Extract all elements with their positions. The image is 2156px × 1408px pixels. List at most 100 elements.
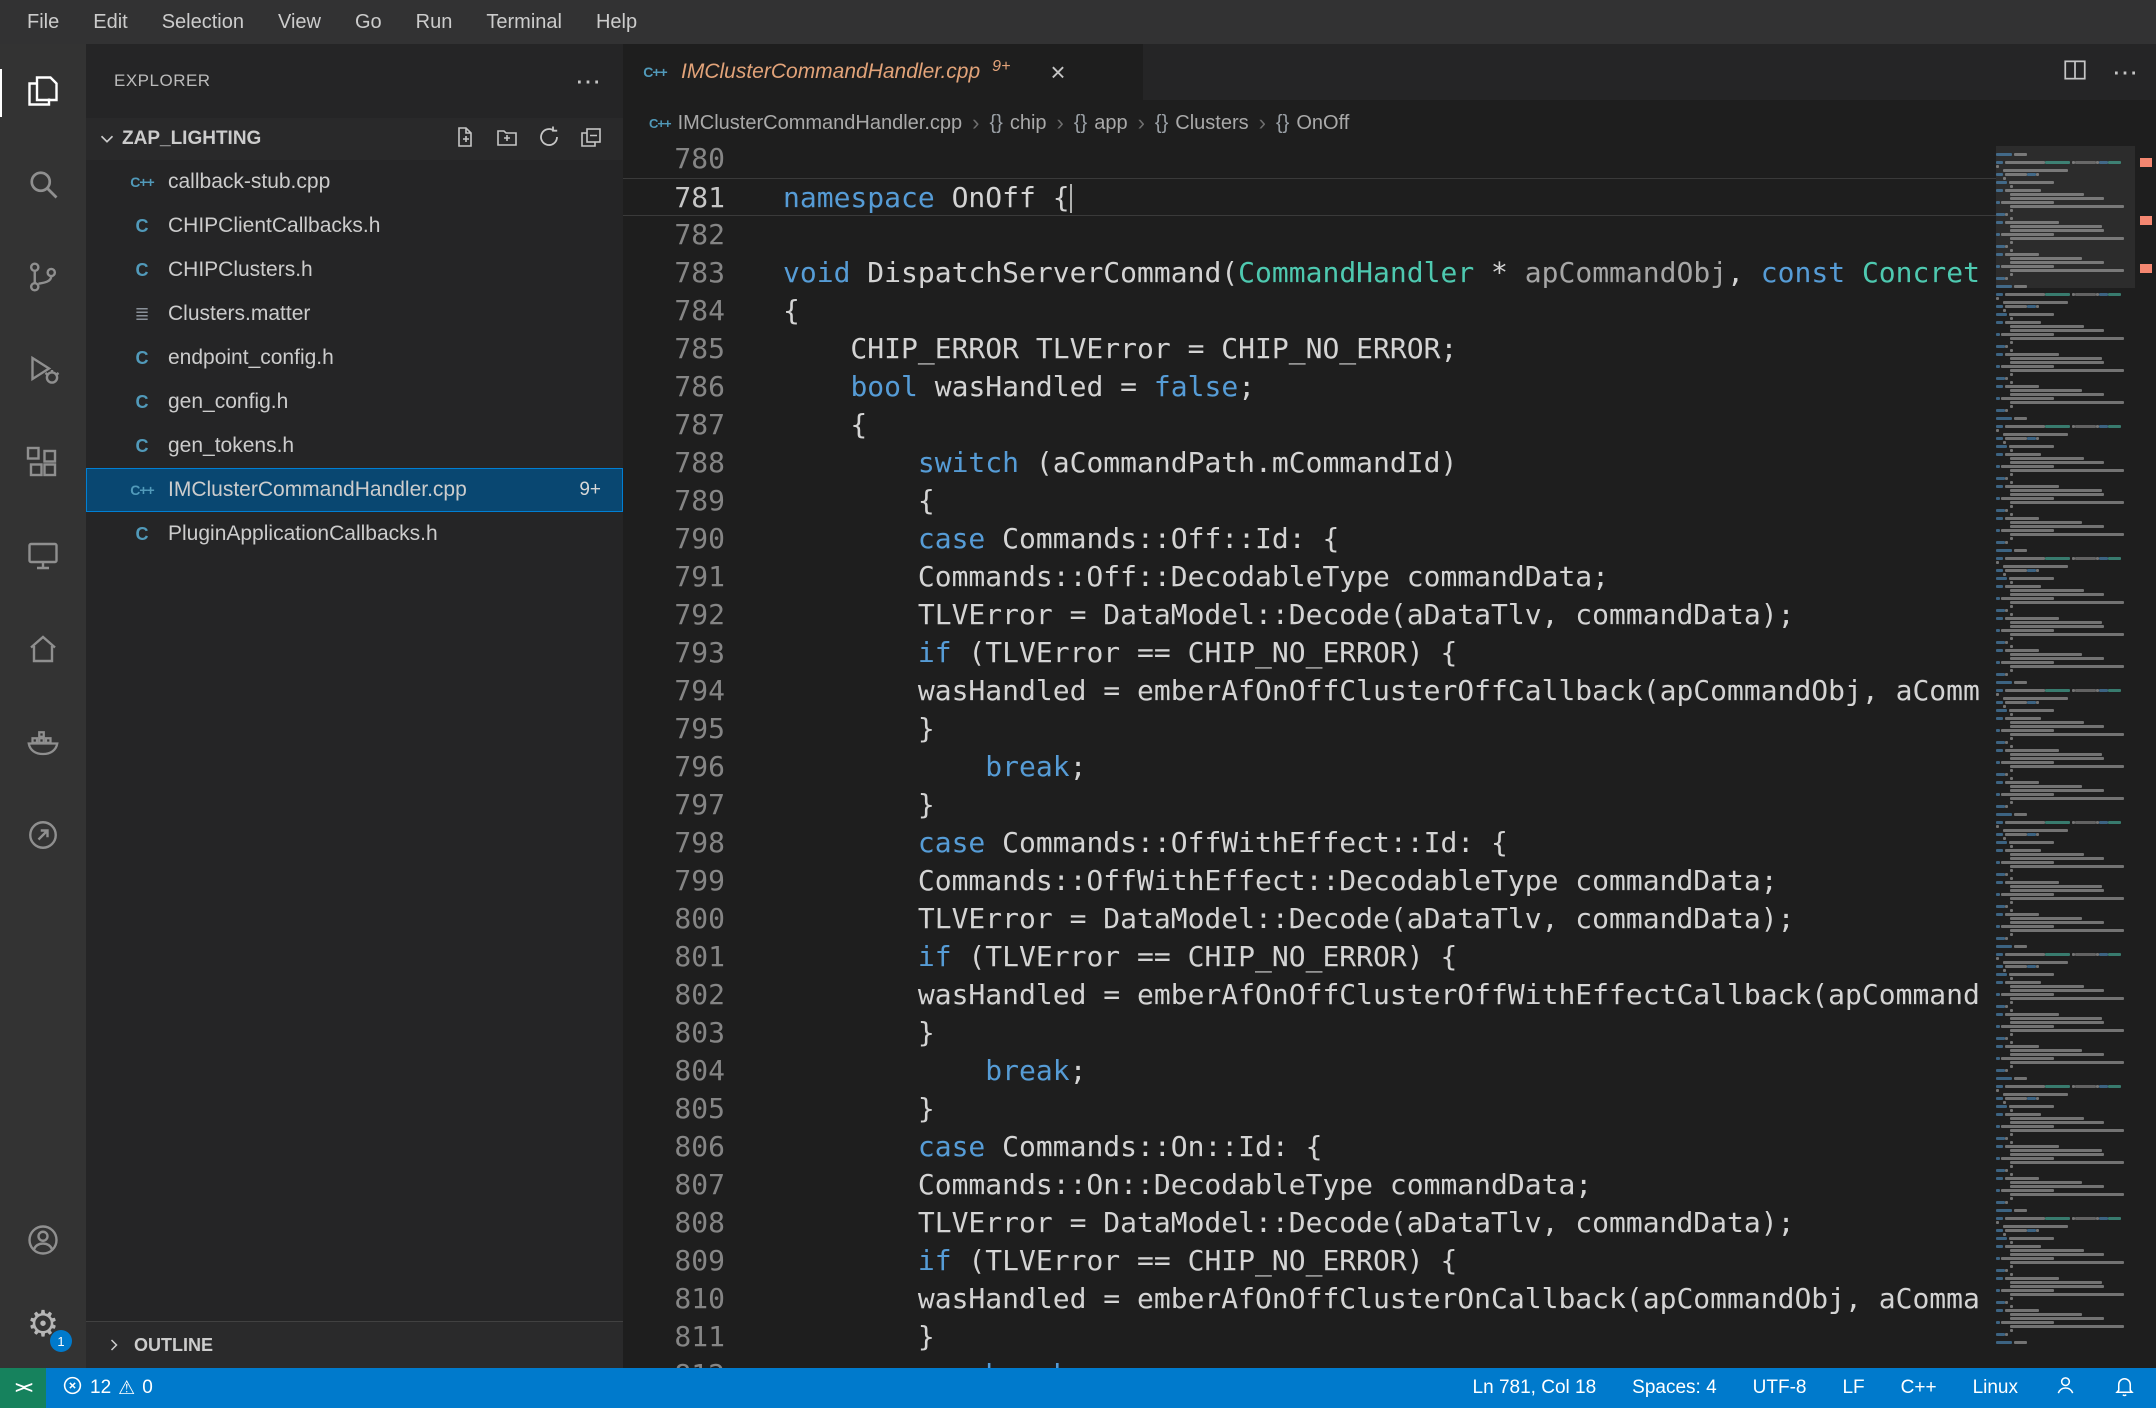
code-line-801[interactable]: 801 if (TLVError == CHIP_NO_ERROR) {: [623, 938, 1996, 976]
code-line-793[interactable]: 793 if (TLVError == CHIP_NO_ERROR) {: [623, 634, 1996, 672]
code-line-785[interactable]: 785 CHIP_ERROR TLVError = CHIP_NO_ERROR;: [623, 330, 1996, 368]
code-line-806[interactable]: 806 case Commands::On::Id: {: [623, 1128, 1996, 1166]
code-line-787[interactable]: 787 {: [623, 406, 1996, 444]
tab-imclustercommandhandler[interactable]: C++ IMClusterCommandHandler.cpp 9+ ×: [623, 44, 1143, 100]
status-language[interactable]: C++: [1901, 1377, 1937, 1399]
code-line-809[interactable]: 809 if (TLVError == CHIP_NO_ERROR) {: [623, 1242, 1996, 1280]
breadcrumb-item-chip[interactable]: {} chip: [989, 112, 1046, 135]
code-line-794[interactable]: 794 wasHandled = emberAfOnOffClusterOffC…: [623, 672, 1996, 710]
code-line-799[interactable]: 799 Commands::OffWithEffect::DecodableTy…: [623, 862, 1996, 900]
line-number[interactable]: 801: [623, 938, 743, 976]
file-item-gen_tokens.h[interactable]: Cgen_tokens.h: [86, 424, 623, 468]
line-number[interactable]: 793: [623, 634, 743, 672]
line-number[interactable]: 807: [623, 1166, 743, 1204]
line-number[interactable]: 808: [623, 1204, 743, 1242]
line-number[interactable]: 810: [623, 1280, 743, 1318]
menu-view[interactable]: View: [261, 0, 338, 44]
circle-arrow-activity-button[interactable]: [0, 813, 86, 861]
status-cursor-position[interactable]: Ln 781, Col 18: [1473, 1377, 1597, 1399]
code-line-791[interactable]: 791 Commands::Off::DecodableType command…: [623, 558, 1996, 596]
refresh-icon[interactable]: [537, 125, 561, 154]
file-item-IMClusterCommandHandler.cpp[interactable]: C++ IMClusterCommandHandler.cpp 9+: [86, 468, 623, 512]
status-encoding[interactable]: UTF-8: [1753, 1377, 1807, 1399]
code-line-812[interactable]: 812 break;: [623, 1356, 1996, 1368]
line-number[interactable]: 784: [623, 292, 743, 330]
run-debug-activity-button[interactable]: [0, 348, 86, 396]
code-line-808[interactable]: 808 TLVError = DataModel::Decode(aDataTl…: [623, 1204, 1996, 1242]
file-item-PluginApplicationCallbacks.h[interactable]: C PluginApplicationCallbacks.h: [86, 512, 623, 556]
menu-selection[interactable]: Selection: [145, 0, 261, 44]
code-line-811[interactable]: 811 }: [623, 1318, 1996, 1356]
menu-edit[interactable]: Edit: [76, 0, 144, 44]
feedback-icon[interactable]: [2054, 1374, 2077, 1403]
line-number[interactable]: 805: [623, 1090, 743, 1128]
code-line-802[interactable]: 802 wasHandled = emberAfOnOffClusterOffW…: [623, 976, 1996, 1014]
line-number[interactable]: 787: [623, 406, 743, 444]
close-icon[interactable]: ×: [1050, 59, 1065, 85]
line-number[interactable]: 806: [623, 1128, 743, 1166]
menu-file[interactable]: File: [10, 0, 76, 44]
file-item-gen_config.h[interactable]: Cgen_config.h: [86, 380, 623, 424]
folder-section-header[interactable]: ZAP_LIGHTING: [86, 118, 623, 160]
line-number[interactable]: 792: [623, 596, 743, 634]
line-number[interactable]: 798: [623, 824, 743, 862]
home-activity-button[interactable]: [0, 627, 86, 675]
line-number[interactable]: 797: [623, 786, 743, 824]
line-number[interactable]: 804: [623, 1052, 743, 1090]
line-number[interactable]: 803: [623, 1014, 743, 1052]
collapse-all-icon[interactable]: [579, 125, 603, 154]
code-line-792[interactable]: 792 TLVError = DataModel::Decode(aDataTl…: [623, 596, 1996, 634]
code-line-803[interactable]: 803 }: [623, 1014, 1996, 1052]
code-line-805[interactable]: 805 }: [623, 1090, 1996, 1128]
line-number[interactable]: 790: [623, 520, 743, 558]
line-number[interactable]: 794: [623, 672, 743, 710]
code-line-795[interactable]: 795 }: [623, 710, 1996, 748]
extensions-activity-button[interactable]: [0, 441, 86, 489]
breadcrumb-item-app[interactable]: {} app: [1074, 112, 1128, 135]
code-line-783[interactable]: 783 void DispatchServerCommand(CommandHan…: [623, 254, 1996, 292]
code-line-789[interactable]: 789 {: [623, 482, 1996, 520]
line-number[interactable]: 809: [623, 1242, 743, 1280]
account-button[interactable]: [0, 1218, 86, 1266]
breadcrumb-item-OnOff[interactable]: {} OnOff: [1276, 112, 1349, 135]
line-number[interactable]: 796: [623, 748, 743, 786]
code-line-798[interactable]: 798 case Commands::OffWithEffect::Id: {: [623, 824, 1996, 862]
outline-section-header[interactable]: OUTLINE: [86, 1321, 623, 1368]
file-item-CHIPClientCallbacks.h[interactable]: C CHIPClientCallbacks.h: [86, 204, 623, 248]
line-number[interactable]: 802: [623, 976, 743, 1014]
line-number[interactable]: 799: [623, 862, 743, 900]
line-number[interactable]: 786: [623, 368, 743, 406]
code-line-782[interactable]: 782: [623, 216, 1996, 254]
scrollbar[interactable]: [2135, 146, 2156, 1368]
code-line-810[interactable]: 810 wasHandled = emberAfOnOffClusterOnCa…: [623, 1280, 1996, 1318]
line-number[interactable]: 791: [623, 558, 743, 596]
split-editor-icon[interactable]: [2062, 57, 2088, 88]
file-item-Clusters.matter[interactable]: ≣ Clusters.matter: [86, 292, 623, 336]
code-line-797[interactable]: 797 }: [623, 786, 1996, 824]
search-activity-button[interactable]: [0, 162, 86, 210]
minimap[interactable]: [1996, 146, 2135, 1368]
code-line-786[interactable]: 786 bool wasHandled = false;: [623, 368, 1996, 406]
new-folder-icon[interactable]: [495, 125, 519, 154]
code-line-800[interactable]: 800 TLVError = DataModel::Decode(aDataTl…: [623, 900, 1996, 938]
code-viewport[interactable]: 780 781 namespace OnOff {782 783 void Dispat…: [623, 146, 1996, 1368]
menu-run[interactable]: Run: [399, 0, 470, 44]
line-number[interactable]: 811: [623, 1318, 743, 1356]
line-number[interactable]: 783: [623, 254, 743, 292]
code-line-784[interactable]: 784 {: [623, 292, 1996, 330]
status-eol[interactable]: LF: [1842, 1377, 1864, 1399]
line-number[interactable]: 795: [623, 710, 743, 748]
source-control-activity-button[interactable]: [0, 255, 86, 303]
code-line-804[interactable]: 804 break;: [623, 1052, 1996, 1090]
line-number[interactable]: 780: [623, 146, 743, 178]
code-line-781[interactable]: 781 namespace OnOff {: [623, 178, 1996, 216]
line-number[interactable]: 789: [623, 482, 743, 520]
line-number[interactable]: 800: [623, 900, 743, 938]
menu-terminal[interactable]: Terminal: [469, 0, 579, 44]
file-item-endpoint_config.h[interactable]: Cendpoint_config.h: [86, 336, 623, 380]
remote-indicator[interactable]: ><: [0, 1368, 46, 1408]
code-line-790[interactable]: 790 case Commands::Off::Id: {: [623, 520, 1996, 558]
line-number[interactable]: 785: [623, 330, 743, 368]
breadcrumb-item-IMClusterCommandHandler.cpp[interactable]: C++ IMClusterCommandHandler.cpp: [649, 112, 962, 135]
code-line-807[interactable]: 807 Commands::On::DecodableType commandD…: [623, 1166, 1996, 1204]
